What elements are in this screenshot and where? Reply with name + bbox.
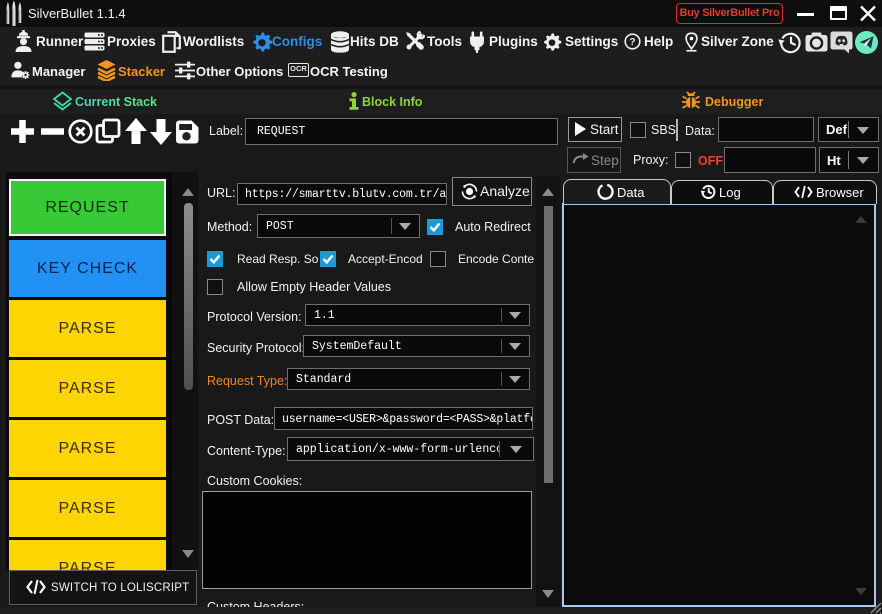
svg-text:?: ? xyxy=(629,37,635,48)
